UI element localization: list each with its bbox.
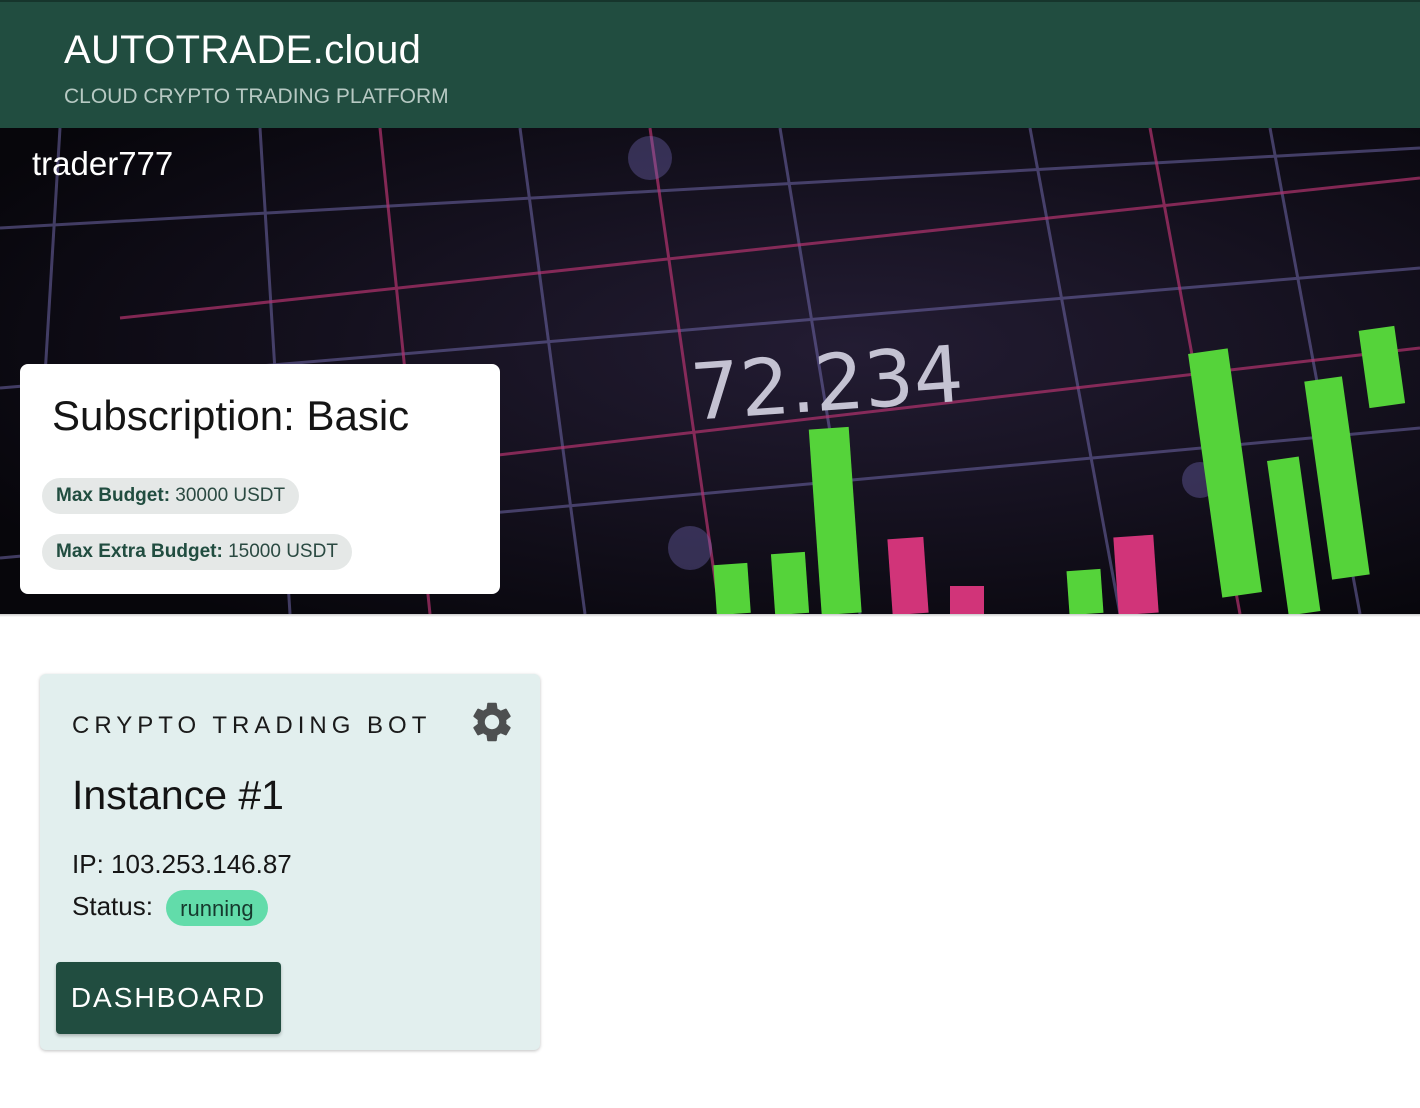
settings-button[interactable] [468,698,516,746]
brand-subtitle: CLOUD CRYPTO TRADING PLATFORM [64,85,449,108]
subscription-card: Subscription: Basic Max Budget: 30000 US… [20,364,500,594]
hero-divider [0,614,1420,617]
ip-value: 103.253.146.87 [111,849,292,879]
ip-label: IP: [72,849,104,879]
bot-instance-card: CRYPTO TRADING BOT Instance #1 IP: 103.2… [40,674,540,1050]
username: trader777 [32,145,174,182]
app-header: AUTOTRADE.cloud CLOUD CRYPTO TRADING PLA… [0,0,1420,128]
instance-name: Instance #1 [72,772,284,818]
chip-value: 15000 USDT [228,541,338,562]
chip-label: Max Extra Budget [56,541,217,562]
status-row: Status: running [72,890,268,927]
profile-hero: 72.234 trader777 Subscription: Basic Max… [0,128,1420,614]
ip-row: IP: 103.253.146.87 [72,848,292,880]
gear-icon [473,702,511,742]
brand-title: AUTOTRADE.cloud [64,28,422,72]
chart-price-text: 72.234 [688,330,967,439]
subscription-title: Subscription: Basic [52,392,410,439]
dashboard-button[interactable]: DASHBOARD [56,962,281,1034]
status-badge: running [166,890,268,927]
max-extra-budget-chip: Max Extra Budget: 15000 USDT [42,534,352,570]
bot-type-label: CRYPTO TRADING BOT [72,712,432,739]
chip-value: 30000 USDT [175,485,286,506]
chip-label: Max Budget [56,485,164,506]
status-label: Status: [72,891,153,921]
max-budget-chip: Max Budget: 30000 USDT [42,478,300,514]
